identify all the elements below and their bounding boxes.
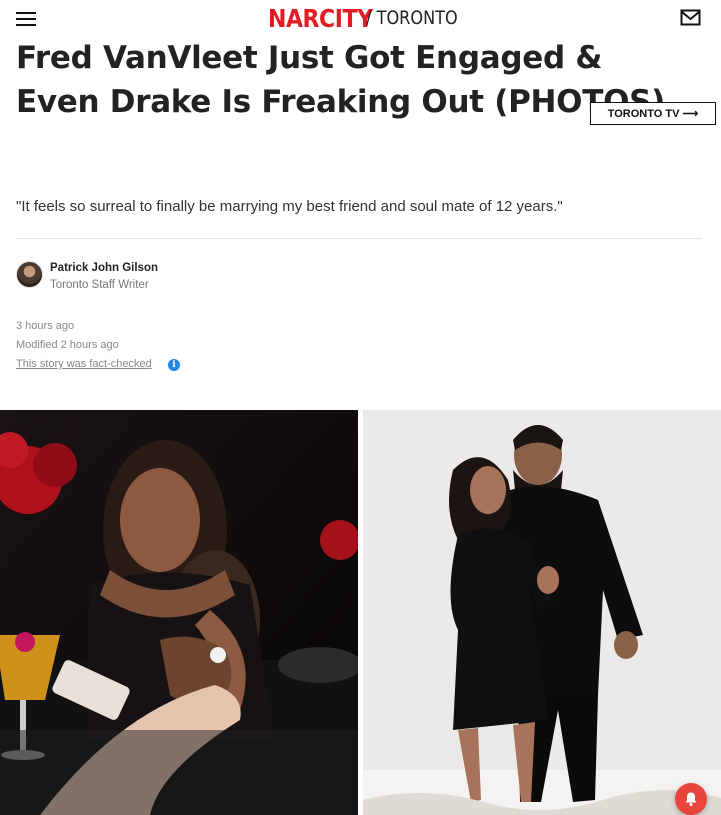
ring-photo-illustration [0, 410, 358, 815]
article-dek: "It feels so surreal to finally be marry… [16, 198, 563, 215]
toronto-tv-button[interactable]: TORONTO TV ⟶ [590, 102, 716, 125]
author-name[interactable]: Patrick John Gilson [50, 262, 158, 274]
article-headline: Fred VanVleet Just Got Engaged & Even Dr… [16, 40, 666, 120]
author-avatar[interactable] [16, 261, 43, 288]
brand-name: NARCITY [268, 3, 373, 33]
info-icon[interactable]: i [168, 359, 180, 371]
modified-time: Modified 2 hours ago [16, 339, 119, 351]
couple-photo-illustration [363, 410, 721, 815]
engagement-photo-ring [0, 410, 358, 815]
divider [16, 238, 702, 239]
city-label: / TORONTO [366, 7, 458, 29]
site-logo[interactable]: NARCITY / TORONTO [268, 3, 474, 33]
site-header: NARCITY / TORONTO [0, 0, 721, 38]
hamburger-menu-icon[interactable] [16, 12, 36, 26]
fact-check-link[interactable]: This story was fact-checked [16, 358, 152, 370]
bell-icon [685, 792, 697, 807]
mail-icon[interactable] [680, 9, 701, 26]
notification-bell-button[interactable] [675, 783, 707, 815]
published-time: 3 hours ago [16, 320, 75, 332]
engagement-photo-couple [363, 410, 721, 815]
author-role: Toronto Staff Writer [50, 279, 149, 291]
